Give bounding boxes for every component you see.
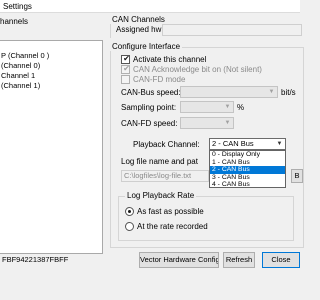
canfd-mode-label: CAN-FD mode [133,75,186,84]
activate-channel-label: Activate this channel [133,55,207,64]
assigned-hw-label: Assigned hw [116,25,162,34]
chevron-down-icon: ▼ [224,120,231,126]
fast-radio[interactable] [125,207,134,216]
tree-item-channel-1-root[interactable]: Channel 1 [1,71,35,81]
refresh-button[interactable]: Refresh [223,252,255,268]
chevron-down-icon: ▼ [276,141,283,147]
playback-channel-dropdown[interactable]: 0 - Display Only 1 - CAN Bus 2 - CAN Bus… [209,150,286,188]
title-bar: Settings [0,0,300,13]
recorded-label: At the rate recorded [137,222,208,231]
playback-rate-group [118,196,294,241]
browse-button[interactable]: B [291,169,303,183]
can-ack-label: CAN Acknowledge bit on (Not silent) [133,65,262,74]
activate-channel-checkbox[interactable]: ✔ [121,54,130,64]
tree-item-channel-0-root[interactable]: P (Channel 0 ) [1,51,49,61]
check-icon: ✔ [123,54,130,63]
playback-channel-label: Playback Channel: [133,140,200,149]
canfd-mode-checkbox[interactable] [121,75,130,84]
dropdown-option[interactable]: 0 - Display Only [210,151,285,159]
dropdown-option[interactable]: 4 - CAN Bus [210,181,285,189]
window-title: Settings [3,2,32,11]
close-button[interactable]: Close [262,252,300,268]
tree-item-channel-0[interactable]: (Channel 0) [1,61,40,71]
tree-item-channel-1[interactable]: (Channel 1) [1,81,40,91]
check-icon: ✔ [123,64,130,73]
dropdown-option-selected[interactable]: 2 - CAN Bus [210,166,285,174]
chevron-down-icon: ▼ [268,89,275,95]
vector-hardware-config-button[interactable]: Vector Hardware Config... [139,252,219,268]
hardware-id: FBF94221387FBFF [2,255,69,264]
canfd-speed-combo[interactable]: ▼ [180,117,234,129]
channels-pane: hannels P (Channel 0 ) (Channel 0) Chann… [0,14,106,254]
logfile-label: Log file name and pat [121,157,198,166]
bus-speed-unit: bit/s [281,88,296,97]
chevron-down-icon: ▼ [224,104,231,110]
configure-interface-label: Configure Interface [110,42,183,51]
sampling-point-unit: % [237,103,245,112]
playback-rate-label: Log Playback Rate [125,191,197,200]
can-channels-label: CAN Channels [110,15,167,24]
canfd-speed-label: CAN-FD speed: [121,119,178,128]
logfile-field[interactable]: C:\logfiles\log-file.txt [121,170,209,182]
can-ack-checkbox[interactable]: ✔ [121,64,130,74]
assigned-hw-field[interactable] [162,24,302,36]
channel-tree[interactable]: P (Channel 0 ) (Channel 0) Channel 1 (Ch… [0,40,103,254]
sampling-point-combo[interactable]: ▼ [180,101,234,113]
fast-label: As fast as possible [137,207,204,216]
bus-speed-combo[interactable]: ▼ [180,86,278,98]
recorded-radio[interactable] [125,222,134,231]
dropdown-option[interactable]: 1 - CAN Bus [210,159,285,167]
bus-speed-label: CAN-Bus speed: [121,88,181,97]
dropdown-option[interactable]: 3 - CAN Bus [210,174,285,182]
playback-channel-value: 2 - CAN Bus [212,139,254,148]
sampling-point-label: Sampling point: [121,103,177,112]
playback-channel-combo[interactable]: 2 - CAN Bus ▼ [209,138,286,150]
channels-header: hannels [0,17,29,26]
